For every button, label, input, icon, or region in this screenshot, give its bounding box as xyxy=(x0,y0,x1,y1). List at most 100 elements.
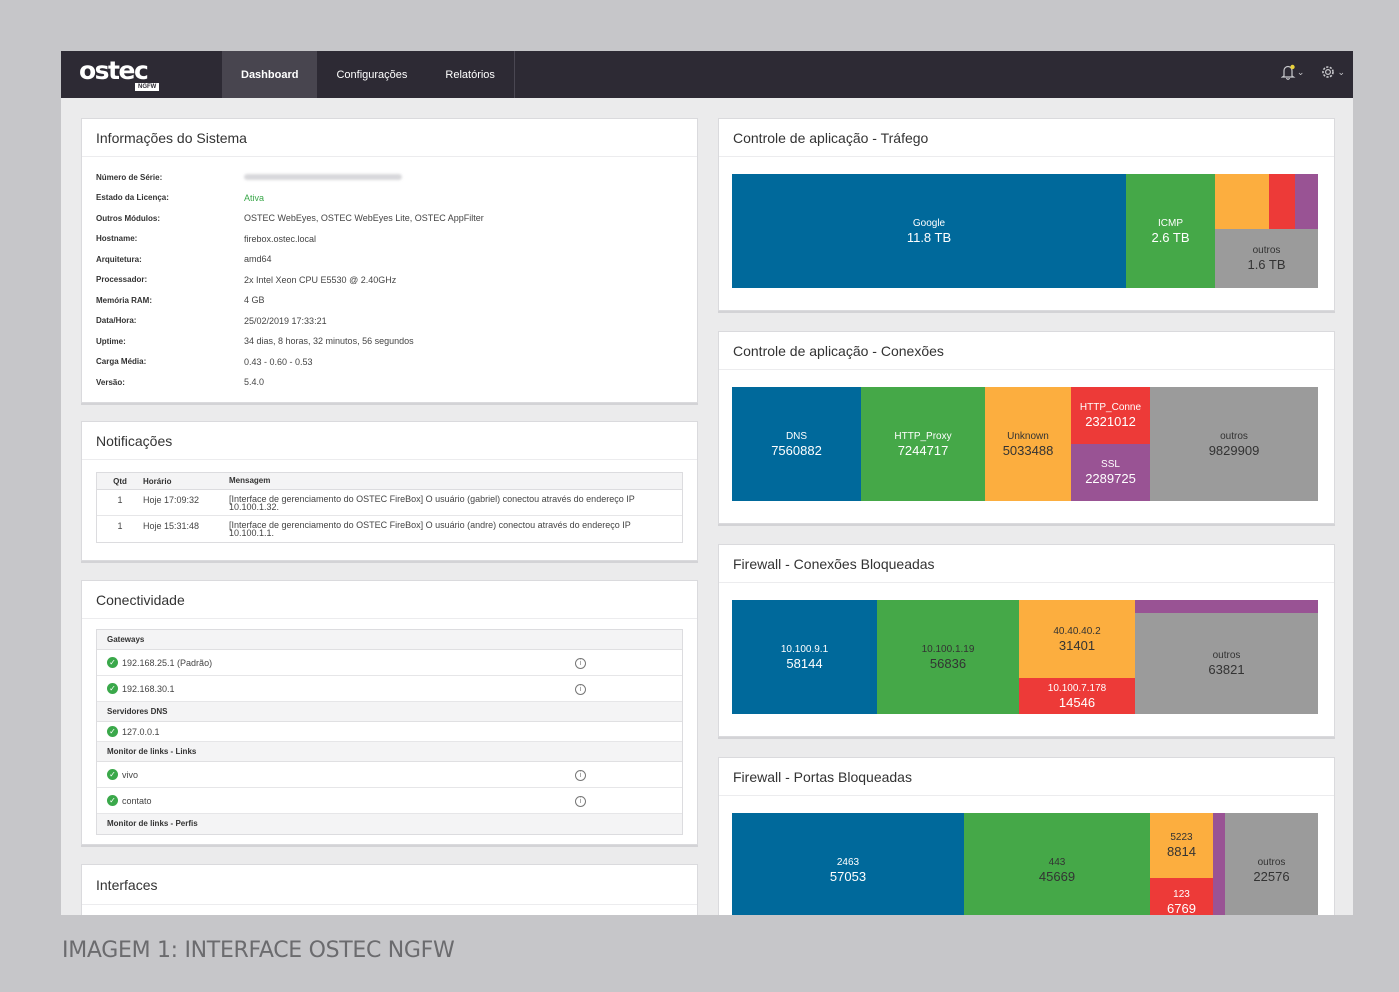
dns-address: 127.0.0.1 xyxy=(122,726,160,737)
table-row[interactable]: 1 Hoje 15:31:48 [Interface de gerenciame… xyxy=(97,516,682,542)
info-value: 4 GB xyxy=(244,295,265,306)
treemap-cell-ip-3[interactable]: 40.40.40.2 31401 xyxy=(1019,600,1135,678)
cell-name: outros xyxy=(1212,650,1241,661)
tab-configuracoes[interactable]: Configurações xyxy=(317,51,426,98)
link-row: ✓ contato i xyxy=(97,788,682,814)
cell-value: 2.6 TB xyxy=(1151,229,1190,245)
info-label: Memória RAM: xyxy=(96,295,153,305)
treemap-cell-port-3[interactable]: 5223 8814 xyxy=(1150,813,1213,878)
cell-value: 1.6 TB xyxy=(1247,257,1286,272)
treemap-cell-port-4[interactable]: 123 6769 xyxy=(1150,878,1213,915)
notifications-title: Notificações xyxy=(82,422,697,460)
info-icon[interactable]: i xyxy=(575,769,586,781)
cell-value: 63821 xyxy=(1208,662,1245,677)
notifications-button[interactable]: ⌄ xyxy=(1280,64,1305,80)
treemap-cell-small-1[interactable] xyxy=(1135,600,1318,613)
info-value: 0.43 - 0.60 - 0.53 xyxy=(244,356,313,367)
info-row-ram: Memória RAM: 4 GB xyxy=(96,290,683,311)
blurred-serial xyxy=(244,174,402,181)
treemap-cell-small-1[interactable] xyxy=(1213,813,1225,915)
treemap-cell-port-1[interactable]: 2463 57053 xyxy=(732,813,964,915)
info-value: 34 dias, 8 horas, 32 minutos, 56 segundo… xyxy=(244,336,414,347)
app-connections-title: Controle de aplicação - Conexões xyxy=(719,332,1334,370)
info-label: Carga Média: xyxy=(96,357,147,367)
cell-qtd: 1 xyxy=(117,495,123,505)
interfaces-panel: Interfaces xyxy=(81,864,698,915)
info-row-uptime: Uptime: 34 dias, 8 horas, 32 minutos, 56… xyxy=(96,331,683,352)
info-row-modules: Outros Módulos: OSTEC WebEyes, OSTEC Web… xyxy=(96,208,683,229)
treemap-cell-ssl[interactable]: SSL 2289725 xyxy=(1071,444,1150,501)
cell-name: 5223 xyxy=(1170,832,1193,843)
system-info-panel: Informações do Sistema Número de Série: … xyxy=(81,118,698,403)
cell-name: outros xyxy=(1252,245,1281,256)
treemap-cell-outros[interactable]: outros 1.6 TB xyxy=(1215,229,1318,288)
treemap-cell-small-3[interactable] xyxy=(1295,174,1318,229)
treemap-cell-port-2[interactable]: 443 45669 xyxy=(964,813,1150,915)
cell-value: 8814 xyxy=(1167,844,1196,859)
treemap-cell-unknown[interactable]: Unknown 5033488 xyxy=(985,387,1071,501)
tab-relatorios[interactable]: Relatórios xyxy=(426,51,515,98)
treemap-cell-dns[interactable]: DNS 7560882 xyxy=(732,387,861,501)
treemap-cell-ip-2[interactable]: 10.100.1.19 56836 xyxy=(877,600,1019,714)
cell-value: 57053 xyxy=(829,868,867,884)
info-value: firebox.ostec.local xyxy=(244,233,317,244)
treemap-cell-google[interactable]: Google 11.8 TB xyxy=(732,174,1126,288)
profiles-section-label: Monitor de links - Perfis xyxy=(97,814,682,834)
cell-name: 2463 xyxy=(836,856,860,868)
chevron-down-icon: ⌄ xyxy=(1296,66,1305,77)
cell-name: 10.100.1.19 xyxy=(921,643,975,655)
link-name: contato xyxy=(122,795,152,806)
info-label: Outros Módulos: xyxy=(96,213,160,223)
top-icons: ⌄ ⌄ xyxy=(1280,64,1345,80)
tab-dashboard[interactable]: Dashboard xyxy=(222,51,318,98)
fw-blocked-ports-panel: Firewall - Portas Bloqueadas 2463 57053 … xyxy=(718,757,1335,915)
treemap-cell-small-1[interactable] xyxy=(1215,174,1269,229)
info-label: Número de Série: xyxy=(96,172,163,182)
treemap-cell-outros[interactable]: outros 63821 xyxy=(1135,613,1318,714)
fw-blocked-ports-treemap: 2463 57053 443 45669 5223 8814 123 6769 … xyxy=(732,813,1318,915)
link-row: ✓ vivo i xyxy=(97,762,682,788)
info-icon[interactable]: i xyxy=(575,795,586,807)
cell-name: ICMP xyxy=(1158,217,1183,229)
info-icon[interactable]: i xyxy=(575,683,586,695)
treemap-cell-small-2[interactable] xyxy=(1269,174,1295,229)
treemap-cell-ip-4[interactable]: 10.100.7.178 14546 xyxy=(1019,678,1135,714)
info-row-arch: Arquitetura: amd64 xyxy=(96,249,683,270)
app-connections-treemap: DNS 7560882 HTTP_Proxy 7244717 Unknown 5… xyxy=(732,387,1318,501)
system-info-list: Número de Série: Estado da Licença: Ativ… xyxy=(82,157,697,393)
cell-name: HTTP_Proxy xyxy=(894,430,952,442)
check-circle-icon: ✓ xyxy=(107,726,118,737)
cell-time: Hoje 17:09:32 xyxy=(143,495,200,505)
cell-value: 14546 xyxy=(1058,694,1096,710)
cell-name: Google xyxy=(912,217,946,229)
dns-section-label: Servidores DNS xyxy=(97,702,682,722)
cell-value: 2289725 xyxy=(1085,471,1136,486)
cell-name: 443 xyxy=(1048,856,1066,868)
info-value: OSTEC WebEyes, OSTEC WebEyes Lite, OSTEC… xyxy=(244,213,484,224)
treemap-cell-http-conne[interactable]: HTTP_Conne 2321012 xyxy=(1071,387,1150,444)
info-icon[interactable]: i xyxy=(575,657,586,669)
ostec-logo[interactable]: ostec NGFW xyxy=(79,58,169,92)
cell-value: 58144 xyxy=(786,655,823,671)
gateway-address: 192.168.30.1 xyxy=(122,683,175,694)
treemap-cell-outros[interactable]: outros 9829909 xyxy=(1150,387,1318,501)
check-circle-icon: ✓ xyxy=(107,795,118,806)
check-circle-icon: ✓ xyxy=(107,769,118,780)
column-header-qtd: Qtd xyxy=(113,476,127,486)
info-label: Arquitetura: xyxy=(96,254,142,264)
treemap-cell-http-proxy[interactable]: HTTP_Proxy 7244717 xyxy=(861,387,985,501)
treemap-cell-icmp[interactable]: ICMP 2.6 TB xyxy=(1126,174,1215,288)
table-row[interactable]: 1 Hoje 17:09:32 [Interface de gerenciame… xyxy=(97,490,682,516)
treemap-cell-outros[interactable]: outros 22576 xyxy=(1225,813,1318,915)
cell-value: 7244717 xyxy=(897,442,949,458)
treemap-cell-ip-1[interactable]: 10.100.9.1 58144 xyxy=(732,600,877,714)
serial-number-value xyxy=(244,172,402,182)
notifications-table: Qtd Horário Mensagem 1 Hoje 17:09:32 [In… xyxy=(96,472,683,543)
system-info-title: Informações do Sistema xyxy=(82,119,697,157)
info-row-serial: Número de Série: xyxy=(96,167,683,188)
settings-button[interactable]: ⌄ xyxy=(1320,64,1345,80)
cell-value: 11.8 TB xyxy=(906,229,952,245)
gateway-row: ✓ 192.168.25.1 (Padrão) i xyxy=(97,650,682,676)
app-traffic-title: Controle de aplicação - Tráfego xyxy=(719,119,1334,157)
connectivity-table: Gateways ✓ 192.168.25.1 (Padrão) i ✓ 192… xyxy=(96,629,683,835)
